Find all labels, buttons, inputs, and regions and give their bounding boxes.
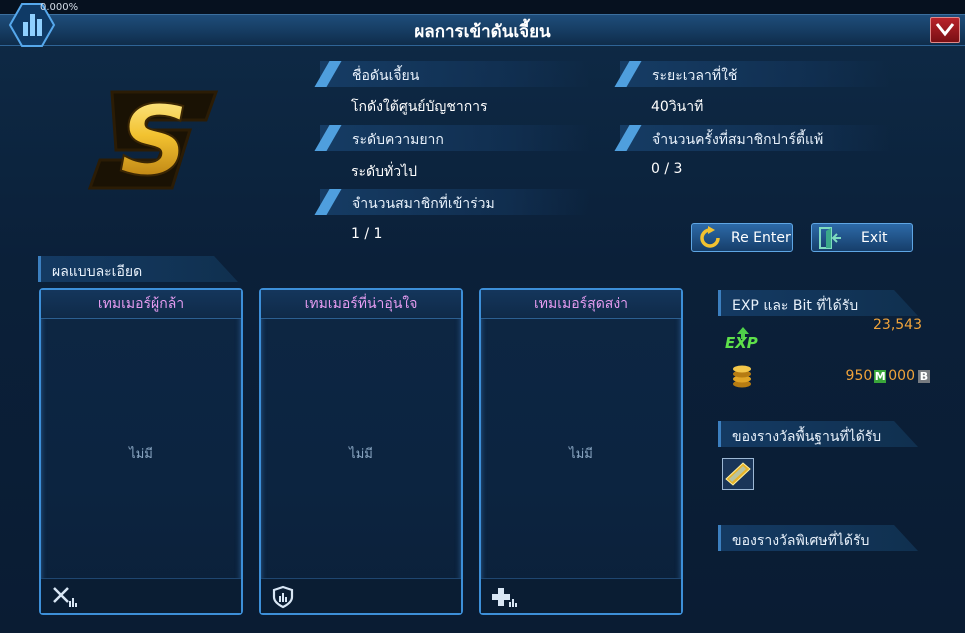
party-deaths-label: จำนวนครั้งที่สมาชิกปาร์ตี้แพ้ (652, 132, 824, 148)
details-header-label: ผลแบบละเอียด (52, 264, 143, 280)
exp-bit-label: EXP และ Bit ที่ได้รับ (732, 298, 859, 314)
heal-cross-icon (492, 588, 517, 607)
dungeon-name-value: โกดังใต้ศูนย์บัญชาการ (351, 99, 488, 115)
panel-value: ไม่มี (129, 447, 153, 462)
panel-value: ไม่มี (569, 447, 593, 462)
exp-icon-text: EXP (725, 334, 758, 352)
crossed-swords-icon (53, 587, 77, 607)
bit-value: 950 M 000 B (820, 368, 930, 384)
bit-base-unit: B (918, 369, 930, 383)
exp-value: 23,543 (873, 317, 922, 333)
reenter-button[interactable]: Re Enter (691, 223, 793, 252)
difficulty-header: ระดับความยาก (314, 125, 590, 151)
exit-door-icon (819, 226, 841, 249)
difficulty-label: ระดับความยาก (352, 132, 444, 148)
panel-title: เทมเมอร์ผู้กล้า (41, 290, 241, 319)
basic-reward-label: ของรางวัลพื้นฐานที่ได้รับ (732, 429, 882, 445)
panel-title: เทมเมอร์ที่น่าอุ่นใจ (261, 290, 461, 319)
rank-letter: S (119, 88, 188, 192)
dungeon-name-label: ชื่อดันเจี้ยน (352, 68, 420, 84)
bit-base-value: 000 (888, 368, 915, 384)
reward-item-slot[interactable] (722, 458, 754, 490)
members-header: จำนวนสมาชิกที่เข้าร่วม (314, 189, 590, 215)
difficulty-value: ระดับทั่วไป (351, 164, 418, 180)
bit-mega-value: 950 (845, 368, 873, 384)
basic-reward-header: ของรางวัลพื้นฐานที่ได้รับ (718, 421, 918, 447)
special-reward-header: ของรางวัลพิเศษที่ได้รับ (718, 525, 918, 551)
details-header: ผลแบบละเอียด (38, 256, 238, 282)
bit-mega-unit: M (874, 369, 887, 383)
percent-readout: 0.000% (40, 2, 79, 13)
dungeon-name-header: ชื่อดันเจี้ยน (314, 61, 590, 87)
reenter-icon (700, 225, 720, 248)
title-bar: ผลการเข้าดันเจี้ยน (0, 15, 965, 46)
time-header: ระยะเวลาที่ใช้ (614, 61, 890, 87)
panel-title: เทมเมอร์สุดสง่า (481, 290, 681, 319)
special-reward-label: ของรางวัลพิเศษที่ได้รับ (732, 533, 870, 549)
exit-button[interactable]: Exit (811, 223, 913, 252)
panel-value: ไม่มี (349, 447, 373, 462)
rank-s-emblem: S (87, 88, 219, 192)
time-value: 40วินาที (651, 99, 704, 115)
members-label: จำนวนสมาชิกที่เข้าร่วม (352, 196, 495, 212)
gold-ticket-icon (725, 462, 751, 486)
exp-icon: EXP (724, 327, 762, 353)
window-title: ผลการเข้าดันเจี้ยน (414, 22, 551, 42)
reenter-label: Re Enter (731, 229, 791, 246)
exp-bit-header: EXP และ Bit ที่ได้รับ (718, 290, 918, 316)
time-label: ระยะเวลาที่ใช้ (652, 68, 738, 84)
bit-coins-icon (733, 365, 751, 388)
members-value: 1 / 1 (351, 226, 383, 242)
party-deaths-value: 0 / 3 (651, 161, 683, 177)
chevron-down-icon (935, 23, 955, 37)
close-button[interactable] (930, 17, 960, 43)
shield-icon (272, 585, 294, 609)
exit-label: Exit (861, 229, 888, 246)
elegant-tamer-panel: เทมเมอร์สุดสง่า ไม่มี (479, 288, 683, 615)
party-deaths-header: จำนวนครั้งที่สมาชิกปาร์ตี้แพ้ (614, 125, 890, 151)
reliable-tamer-panel: เทมเมอร์ที่น่าอุ่นใจ ไม่มี (259, 288, 463, 615)
brave-tamer-panel: เทมเมอร์ผู้กล้า ไม่มี (39, 288, 243, 615)
